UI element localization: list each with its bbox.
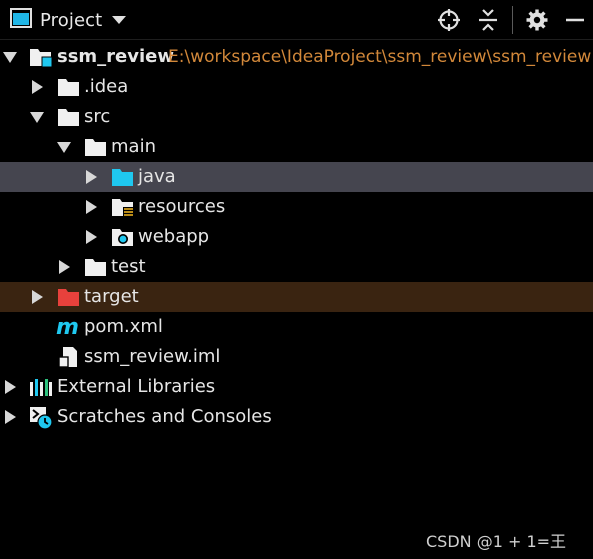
tree-node-iml[interactable]: ssm_review.iml — [0, 342, 593, 372]
folder-icon — [57, 106, 81, 128]
tree-node-main[interactable]: main — [0, 132, 593, 162]
expand-arrow-icon[interactable] — [84, 200, 98, 214]
tree-node-pom-xml[interactable]: m pom.xml — [0, 312, 593, 342]
tree-node-src[interactable]: src — [0, 102, 593, 132]
expand-arrow-icon[interactable] — [84, 230, 98, 244]
expand-arrow-icon[interactable] — [57, 260, 71, 274]
expand-arrow-icon[interactable] — [30, 110, 44, 124]
tree-node-label: java — [138, 166, 176, 187]
scratches-icon — [29, 406, 53, 430]
web-folder-icon — [111, 226, 135, 248]
module-path: E:\workspace\IdeaProject\ssm_review\ssm_… — [168, 47, 592, 67]
expand-arrow-icon[interactable] — [84, 170, 98, 184]
locate-icon[interactable] — [436, 7, 462, 33]
source-folder-icon — [111, 166, 135, 188]
project-tree: ssm_review E:\workspace\IdeaProject\ssm_… — [0, 42, 593, 432]
tree-node-label: Scratches and Consoles — [57, 406, 272, 427]
folder-icon — [57, 76, 81, 98]
folder-icon — [84, 256, 108, 278]
collapse-all-icon[interactable] — [475, 7, 501, 33]
tree-node-label: .idea — [84, 76, 129, 97]
project-view-selector[interactable]: Project — [10, 6, 127, 34]
tree-node-scratches[interactable]: Scratches and Consoles — [0, 402, 593, 432]
watermark: CSDN @1 + 1=王 — [426, 532, 567, 551]
toolbar-separator — [512, 6, 513, 34]
project-view-icon — [10, 8, 32, 32]
folder-icon — [84, 136, 108, 158]
minimize-icon[interactable] — [562, 7, 588, 33]
tree-node-label: src — [84, 106, 111, 127]
tree-node-resources[interactable]: resources — [0, 192, 593, 222]
expand-arrow-icon[interactable] — [30, 80, 44, 94]
settings-gear-icon[interactable] — [524, 7, 550, 33]
maven-icon: m — [56, 315, 80, 340]
tree-node-idea[interactable]: .idea — [0, 72, 593, 102]
tree-node-webapp[interactable]: webapp — [0, 222, 593, 252]
expand-arrow-icon[interactable] — [3, 50, 17, 64]
chevron-down-icon — [112, 16, 127, 24]
excluded-folder-icon — [57, 286, 81, 308]
tree-node-label: pom.xml — [84, 316, 163, 337]
tree-node-external-libraries[interactable]: External Libraries — [0, 372, 593, 402]
tree-node-label: test — [111, 256, 146, 277]
tree-node-label: resources — [138, 196, 226, 217]
tree-node-label: External Libraries — [57, 376, 216, 397]
resources-folder-icon — [111, 196, 135, 218]
project-tool-window-header: Project — [0, 0, 593, 40]
module-folder-icon — [29, 46, 53, 68]
tree-node-test[interactable]: test — [0, 252, 593, 282]
tree-node-target[interactable]: target — [0, 282, 593, 312]
tree-node-label: main — [111, 136, 156, 157]
tree-node-ssm-review[interactable]: ssm_review E:\workspace\IdeaProject\ssm_… — [0, 42, 593, 72]
tree-node-label: ssm_review — [57, 46, 175, 67]
expand-arrow-icon[interactable] — [3, 410, 17, 424]
expand-arrow-icon[interactable] — [30, 290, 44, 304]
libraries-icon — [29, 376, 53, 398]
tree-node-label: webapp — [138, 226, 210, 247]
svg-text:m: m — [56, 316, 79, 338]
expand-arrow-icon[interactable] — [57, 140, 71, 154]
tree-node-label: ssm_review.iml — [84, 346, 221, 367]
panel-title: Project — [40, 9, 103, 31]
expand-arrow-icon[interactable] — [3, 380, 17, 394]
tree-node-label: target — [84, 286, 139, 307]
tree-node-java[interactable]: java — [0, 162, 593, 192]
iml-file-icon — [57, 346, 81, 368]
